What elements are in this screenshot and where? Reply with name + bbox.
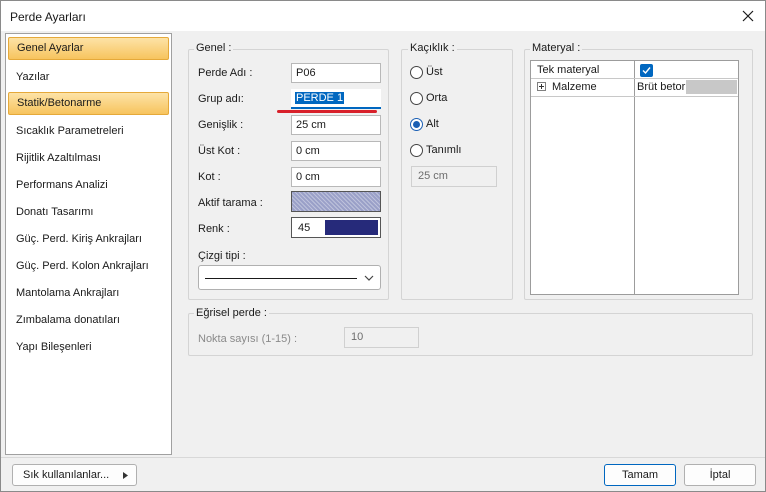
cizgi-tipi-label: Çizgi tipi :	[198, 250, 246, 262]
expand-plus-icon[interactable]	[537, 82, 546, 91]
sidebar-item-performans-analizi[interactable]: Performans Analizi	[16, 179, 108, 191]
window-title: Perde Ayarları	[10, 10, 86, 24]
sidebar-item-genel-ayarlar[interactable]: Genel Ayarlar	[8, 37, 169, 60]
kot-label: Kot :	[198, 171, 221, 183]
iptal-button[interactable]: İptal	[684, 464, 756, 486]
kot-input[interactable]: 0 cm	[291, 167, 381, 187]
nokta-sayisi-label: Nokta sayısı (1-15) :	[198, 333, 298, 345]
perde-adi-input[interactable]: P06	[291, 63, 381, 83]
malzeme-value[interactable]: Brüt betor	[637, 81, 685, 93]
radio-ust-label: Üst	[426, 66, 443, 78]
red-underline-annotation	[277, 110, 377, 113]
kaciklik-value-input[interactable]: 25 cm	[411, 166, 497, 187]
egrisel-legend: Eğrisel perde :	[194, 307, 269, 319]
checkmark-icon	[642, 67, 651, 75]
sidebar-item-sicaklik-parametreleri[interactable]: Sıcaklık Parametreleri	[16, 125, 124, 137]
close-icon	[742, 10, 754, 22]
tek-materyal-label: Tek materyal	[537, 64, 600, 76]
genel-legend: Genel :	[194, 42, 234, 54]
sidebar-item-guc-perd-kiris[interactable]: Güç. Perd. Kiriş Ankrajları	[16, 233, 142, 245]
sidebar-item-donati-tasarimi[interactable]: Donatı Tasarımı	[16, 206, 93, 218]
grid-row-divider	[531, 78, 738, 79]
title-bar: Perde Ayarları	[1, 1, 765, 31]
sidebar-item-guc-perd-kolon[interactable]: Güç. Perd. Kolon Ankrajları	[16, 260, 149, 272]
malzeme-value-dropdown-area[interactable]	[686, 80, 737, 94]
sidebar-item-zimbalama-donatilari[interactable]: Zımbalama donatıları	[16, 314, 120, 326]
tek-materyal-checkbox[interactable]	[640, 64, 653, 77]
sik-kullanilanlar-button[interactable]: Sık kullanılanlar...	[12, 464, 137, 486]
renk-value: 45	[298, 222, 311, 234]
renk-swatch	[325, 220, 378, 235]
sidebar-item-statik-betonarme[interactable]: Statik/Betonarme	[8, 92, 169, 115]
chevron-down-icon	[364, 275, 374, 281]
sidebar-item-rijitlik-azaltilmasi[interactable]: Rijitlik Azaltılması	[16, 152, 101, 164]
radio-ust[interactable]	[410, 66, 423, 79]
arrow-right-icon	[123, 472, 128, 479]
materyal-legend: Materyal :	[530, 42, 583, 54]
ust-kot-input[interactable]: 0 cm	[291, 141, 381, 161]
close-button[interactable]	[737, 5, 759, 27]
settings-category-list: Genel Ayarlar Yazılar Statik/Betonarme S…	[5, 33, 172, 455]
radio-alt[interactable]	[410, 118, 423, 131]
perde-ayarlari-dialog: Perde Ayarları Genel Ayarlar Yazılar Sta…	[0, 0, 766, 492]
renk-color-picker[interactable]: 45	[291, 217, 381, 238]
radio-orta[interactable]	[410, 92, 423, 105]
renk-label: Renk :	[198, 223, 230, 235]
aktif-tarama-pattern-picker[interactable]	[291, 191, 381, 212]
grup-adi-input[interactable]: PERDE 1	[291, 89, 381, 109]
materyal-property-grid: Tek materyal Malzeme Brüt betor	[530, 60, 739, 295]
grup-adi-label: Grup adı:	[198, 93, 244, 105]
malzeme-label: Malzeme	[552, 81, 597, 93]
perde-adi-label: Perde Adı :	[198, 67, 253, 79]
sik-kullanilanlar-label: Sık kullanılanlar...	[23, 469, 110, 481]
radio-tanimli-label: Tanımlı	[426, 144, 462, 156]
sidebar-item-mantolama-ankrajlari[interactable]: Mantolama Ankrajları	[16, 287, 119, 299]
ust-kot-label: Üst Kot :	[198, 145, 241, 157]
genislik-input[interactable]: 25 cm	[291, 115, 381, 135]
radio-alt-label: Alt	[426, 118, 439, 130]
tamam-button[interactable]: Tamam	[604, 464, 676, 486]
genislik-label: Genişlik :	[198, 119, 244, 131]
line-style-preview	[205, 278, 357, 279]
radio-orta-label: Orta	[426, 92, 448, 104]
grup-adi-selected-text: PERDE 1	[295, 92, 345, 104]
kaciklik-legend: Kaçıklık :	[408, 42, 457, 54]
aktif-tarama-label: Aktif tarama :	[198, 197, 263, 209]
radio-tanimli[interactable]	[410, 144, 423, 157]
grid-row-divider	[531, 96, 738, 97]
sidebar-item-yapi-bilesenleri[interactable]: Yapı Bileşenleri	[16, 341, 92, 353]
nokta-sayisi-input[interactable]: 10	[344, 327, 419, 348]
cizgi-tipi-dropdown[interactable]	[198, 265, 381, 290]
footer-divider	[1, 457, 765, 458]
sidebar-item-yazilar[interactable]: Yazılar	[16, 71, 49, 83]
